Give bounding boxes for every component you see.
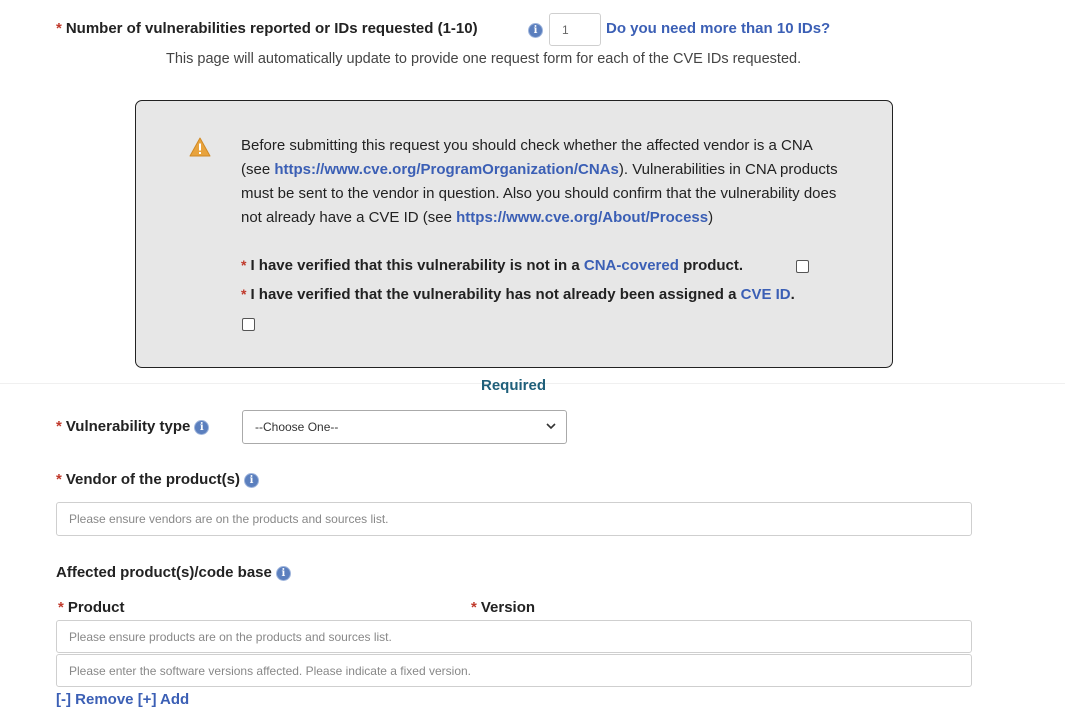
add-product-link[interactable]: [+] Add <box>138 691 190 708</box>
cna-verify-label-prefix: I have verified that this vulnerability … <box>250 257 584 274</box>
required-star: * <box>471 599 477 616</box>
info-icon[interactable]: i <box>195 420 209 434</box>
count-field-label-row: * Number of vulnerabilities reported or I… <box>56 20 478 37</box>
vendor-label-row: * Vendor of the product(s) i <box>56 471 259 488</box>
required-star: * <box>241 257 247 273</box>
more-ids-link[interactable]: Do you need more than 10 IDs? <box>606 20 830 37</box>
warning-icon <box>189 137 211 162</box>
cve-verify-checkbox[interactable] <box>242 318 255 331</box>
version-label: Version <box>480 599 536 616</box>
product-label-row: * Product <box>58 599 125 616</box>
affected-label: Affected product(s)/code base <box>56 564 272 581</box>
vendor-input[interactable]: Please ensure vendors are on the product… <box>56 502 972 536</box>
vuln-type-label-row: * Vulnerability type i <box>56 418 209 435</box>
version-input[interactable]: Please enter the software versions affec… <box>56 654 972 687</box>
remove-product-link[interactable]: [-] Remove <box>56 691 134 708</box>
count-input[interactable]: 1 <box>549 13 601 46</box>
required-heading: Required <box>481 377 547 394</box>
cve-verify-row: * I have verified that the vulnerability … <box>241 286 795 303</box>
cve-process-link[interactable]: https://www.cve.org/About/Process <box>456 209 708 226</box>
count-field-label: Number of vulnerabilities reported or ID… <box>65 20 478 37</box>
version-placeholder: Please enter the software versions affec… <box>69 663 472 678</box>
cna-list-link[interactable]: https://www.cve.org/ProgramOrganization/… <box>274 161 619 178</box>
vendor-placeholder: Please ensure vendors are on the product… <box>69 512 389 526</box>
vuln-type-select[interactable]: --Choose One-- <box>242 410 567 444</box>
required-star: * <box>56 20 62 37</box>
product-label: Product <box>67 599 125 616</box>
info-icon[interactable]: i <box>245 473 259 487</box>
vuln-type-selected: --Choose One-- <box>255 420 339 434</box>
product-input[interactable]: Please ensure products are on the produc… <box>56 620 972 653</box>
vuln-type-label: Vulnerability type <box>65 418 191 435</box>
version-label-row: * Version <box>471 599 535 616</box>
required-star: * <box>56 418 62 435</box>
notice-text-after: ) <box>708 209 714 226</box>
required-star: * <box>56 471 62 488</box>
cna-verify-row: * I have verified that this vulnerability… <box>241 257 743 274</box>
affected-label-row: Affected product(s)/code base i <box>56 564 290 581</box>
cna-covered-link[interactable]: CNA-covered <box>584 257 679 274</box>
required-star: * <box>241 286 247 302</box>
cve-id-link[interactable]: CVE ID <box>741 286 791 303</box>
cve-verify-label-suffix: . <box>790 286 795 303</box>
product-placeholder: Please ensure products are on the produc… <box>69 629 392 644</box>
cve-verify-label-prefix: I have verified that the vulnerability h… <box>250 286 741 303</box>
chevron-down-icon <box>545 420 557 435</box>
count-input-value: 1 <box>562 22 569 37</box>
info-icon[interactable]: i <box>276 566 290 580</box>
count-field-hint: This page will automatically update to p… <box>166 51 802 67</box>
info-icon[interactable]: i <box>529 24 542 37</box>
product-row-actions: [-] Remove [+] Add <box>56 691 189 708</box>
cna-notice-box: Before submitting this request you shoul… <box>135 100 893 368</box>
notice-paragraph: Before submitting this request you shoul… <box>241 134 841 230</box>
cna-verify-label-suffix: product. <box>678 257 744 274</box>
required-star: * <box>58 599 64 616</box>
vendor-label: Vendor of the product(s) <box>65 471 241 488</box>
cna-verify-checkbox[interactable] <box>796 260 809 273</box>
